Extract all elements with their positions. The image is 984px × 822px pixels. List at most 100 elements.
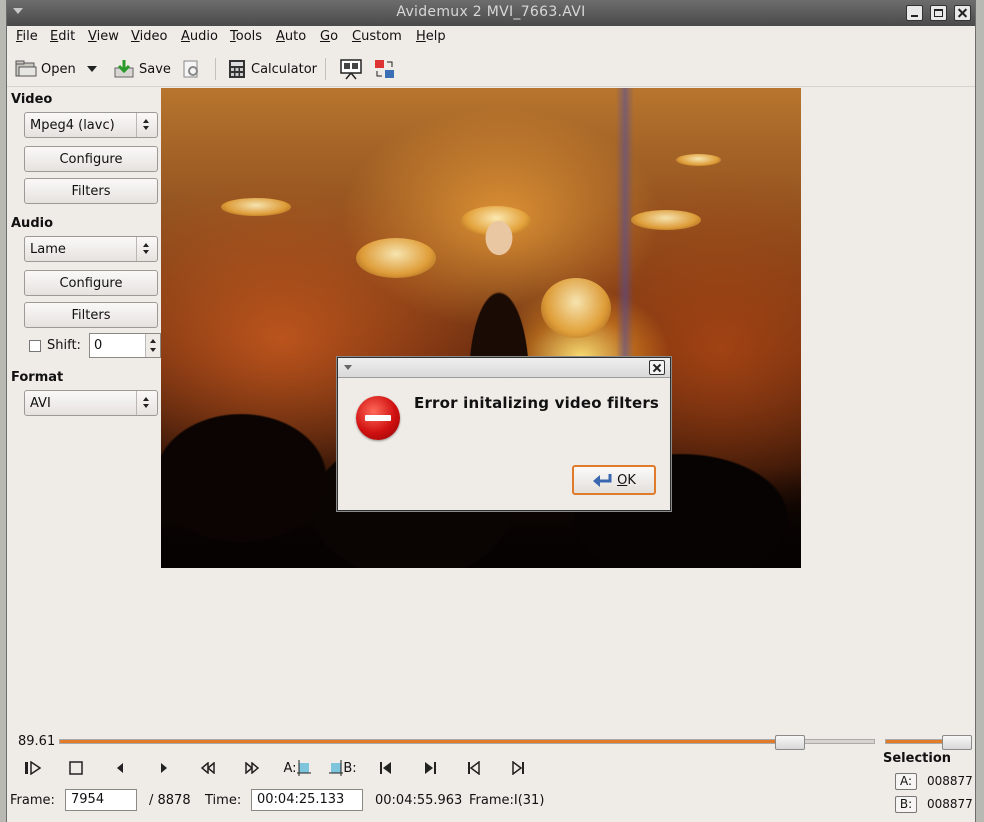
set-marker-b-button[interactable]: B:	[325, 755, 361, 781]
cymbal	[631, 210, 701, 230]
stop-icon	[69, 761, 83, 775]
menu-help[interactable]: Help	[416, 29, 446, 44]
menu-go[interactable]: Go	[320, 29, 338, 44]
volume-thumb[interactable]	[942, 735, 972, 750]
menu-bar: File Edit View Video Audio Tools Auto Go…	[7, 26, 975, 48]
save-button[interactable]: Save	[113, 58, 171, 80]
spinner-arrows-icon	[136, 391, 157, 415]
volume-slider[interactable]	[885, 735, 972, 750]
frame-total: / 8878	[149, 793, 191, 808]
enter-arrow-icon	[593, 474, 612, 487]
open-label: Open	[41, 61, 76, 77]
dialog-menu-icon[interactable]	[344, 365, 352, 370]
menu-file[interactable]: File	[16, 29, 38, 44]
maximize-button[interactable]	[930, 5, 947, 21]
video-codec-select[interactable]: Mpeg4 (lavc)	[24, 112, 158, 138]
cymbal	[676, 154, 721, 166]
goto-start-button[interactable]	[459, 755, 489, 781]
calculator-icon	[229, 60, 245, 78]
selection-b-button[interactable]: B:	[895, 796, 917, 813]
minimize-button[interactable]	[906, 5, 923, 21]
goto-end-button[interactable]	[503, 755, 533, 781]
video-configure-button[interactable]: Configure	[24, 146, 158, 172]
calculator-button[interactable]: Calculator	[227, 58, 317, 80]
folder-open-icon	[15, 60, 37, 77]
swap-display-button[interactable]	[373, 58, 397, 80]
goto-a-icon	[380, 762, 391, 774]
previous-keyframe-button[interactable]	[193, 755, 223, 781]
error-icon	[356, 396, 400, 440]
goto-marker-a-button[interactable]	[371, 755, 401, 781]
calculator-label: Calculator	[251, 61, 318, 77]
menu-video[interactable]: Video	[131, 29, 167, 44]
selection-a-button[interactable]: A:	[895, 773, 917, 790]
position-label: 89.61	[18, 734, 56, 749]
main-window: Avidemux 2 MVI_7663.AVI File Edit View V…	[6, 0, 976, 822]
shift-value: 0	[94, 338, 103, 353]
play-button[interactable]	[18, 755, 48, 781]
properties-button[interactable]	[181, 58, 201, 80]
preview-button[interactable]	[339, 58, 363, 80]
shift-checkbox[interactable]	[29, 340, 41, 352]
frame-input[interactable]: 7954	[65, 789, 137, 811]
timeline: 89.61	[7, 732, 975, 752]
menu-auto[interactable]: Auto	[276, 29, 306, 44]
marker-a-text: A:	[283, 760, 297, 776]
marker-b-icon	[329, 760, 344, 776]
ok-button[interactable]: OK	[572, 465, 656, 495]
menu-view[interactable]: View	[88, 29, 119, 44]
drum	[541, 278, 611, 338]
audio-heading: Audio	[11, 216, 54, 231]
shift-label: Shift:	[47, 338, 81, 353]
audio-codec-select[interactable]: Lame	[24, 236, 158, 262]
fast-forward-icon	[245, 762, 260, 774]
timeline-slider[interactable]	[59, 735, 875, 750]
rewind-icon	[200, 762, 215, 774]
toolbar-separator	[325, 58, 326, 80]
previous-frame-icon	[117, 763, 123, 773]
duration-text: 00:04:55.963	[375, 793, 463, 808]
close-window-button[interactable]	[954, 5, 971, 21]
open-button[interactable]: Open	[15, 58, 76, 80]
timeline-thumb[interactable]	[775, 735, 805, 750]
next-frame-icon	[161, 763, 167, 773]
stop-button[interactable]	[61, 755, 91, 781]
time-input[interactable]: 00:04:25.133	[251, 789, 363, 811]
error-message: Error initalizing video filters	[414, 394, 660, 412]
menu-edit[interactable]: Edit	[50, 29, 75, 44]
dialog-close-button[interactable]	[649, 360, 665, 375]
skip-back-icon	[468, 761, 480, 775]
audio-codec-value: Lame	[30, 242, 66, 257]
ok-label: OK	[617, 472, 636, 488]
dialog-title-bar	[338, 358, 670, 378]
next-frame-button[interactable]	[149, 755, 179, 781]
toolbar-separator	[215, 58, 216, 80]
preview-icon	[340, 59, 362, 80]
play-icon	[25, 761, 42, 775]
previous-frame-button[interactable]	[105, 755, 135, 781]
timeline-progress	[60, 740, 775, 743]
video-codec-value: Mpeg4 (lavc)	[30, 118, 115, 133]
audio-configure-button[interactable]: Configure	[24, 270, 158, 296]
video-filters-button[interactable]: Filters	[24, 178, 158, 204]
goto-marker-b-button[interactable]	[415, 755, 445, 781]
spinner-arrows-icon[interactable]	[145, 334, 160, 357]
menu-tools[interactable]: Tools	[230, 29, 262, 44]
menu-audio[interactable]: Audio	[181, 29, 218, 44]
time-label: Time:	[205, 793, 242, 808]
document-info-icon	[183, 60, 198, 78]
frame-type-text: Frame:I(31)	[469, 793, 545, 808]
title-bar: Avidemux 2 MVI_7663.AVI	[7, 0, 975, 26]
next-keyframe-button[interactable]	[237, 755, 267, 781]
menu-custom[interactable]: Custom	[352, 29, 402, 44]
cymbal	[221, 198, 291, 216]
set-marker-a-button[interactable]: A:	[279, 755, 315, 781]
marker-b-text: B:	[343, 760, 357, 776]
save-icon	[114, 60, 134, 78]
goto-b-icon	[425, 762, 436, 774]
format-select[interactable]: AVI	[24, 390, 158, 416]
save-label: Save	[139, 61, 171, 77]
audio-filters-button[interactable]: Filters	[24, 302, 158, 328]
open-recent-dropdown[interactable]	[87, 58, 97, 80]
shift-spinbox[interactable]: 0	[89, 333, 161, 358]
